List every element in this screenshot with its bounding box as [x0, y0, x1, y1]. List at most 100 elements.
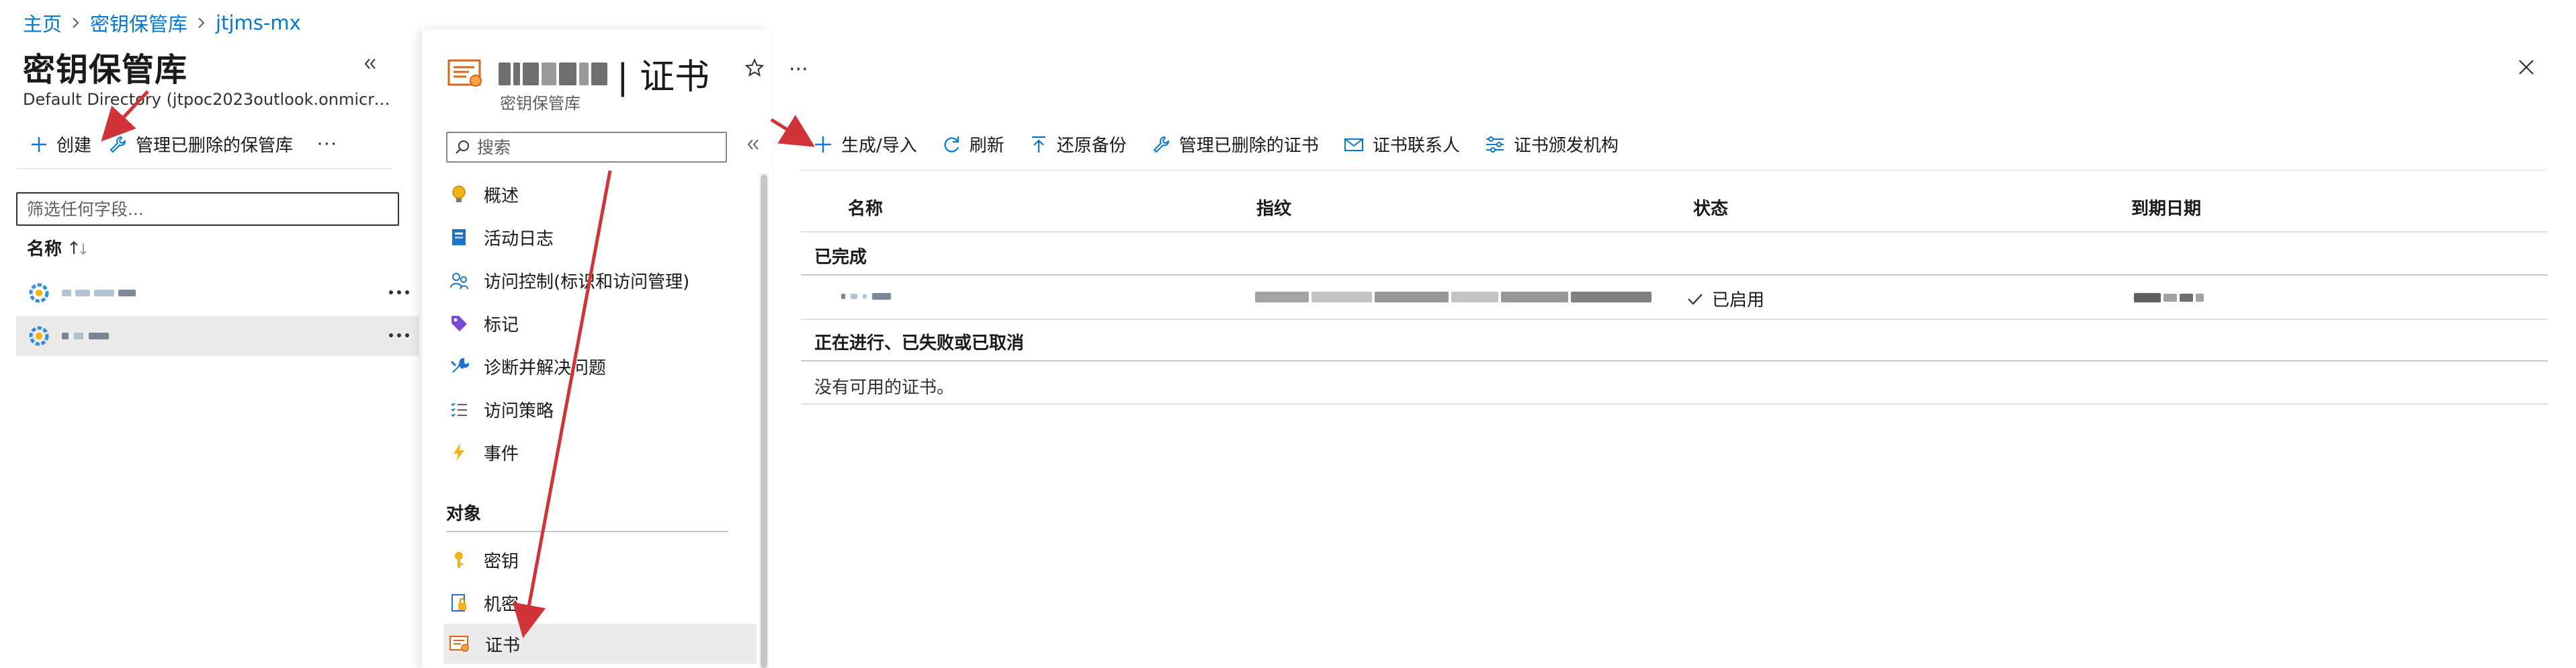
column-header-thumbprint[interactable]: 指纹 [1256, 195, 1291, 220]
manage-deleted-certs-button[interactable]: 管理已删除的证书 [1151, 132, 1319, 157]
thumbprint-redacted [1255, 292, 1651, 302]
nav-item-tags[interactable]: 标记 [443, 304, 757, 343]
nav-item-label: 诊断并解决问题 [484, 358, 607, 378]
nav-item-access-control[interactable]: 访问控制(标识和访问管理) [443, 261, 757, 300]
group-header-inprogress: 正在进行、已失败或已取消 [814, 333, 1025, 353]
cert-contacts-button[interactable]: 证书联系人 [1343, 132, 1460, 157]
mail-icon [1344, 138, 1363, 151]
nav-item-label: 证书 [485, 635, 521, 656]
nav-item-label: 访问策略 [484, 401, 554, 421]
vault-list-toolbar: 创建 管理已删除的保管库 ··· [30, 132, 338, 157]
nav-item-secrets[interactable]: 机密 [443, 583, 757, 622]
empty-state-message: 没有可用的证书。 [814, 378, 955, 398]
breadcrumb-keyvaults-link[interactable]: 密钥保管库 [90, 9, 187, 37]
generate-import-button[interactable]: 生成/导入 [813, 132, 917, 157]
table-divider [801, 403, 2548, 405]
nav-item-keys[interactable]: 密钥 [443, 540, 757, 579]
nav-item-activity-log[interactable]: 活动日志 [443, 218, 757, 257]
nav-item-label: 标记 [484, 315, 519, 335]
nav-section-objects: 对象 [446, 504, 482, 524]
nav-item-label: 概述 [484, 185, 519, 206]
name-column-label: 名称 [27, 239, 62, 259]
upload-icon [1031, 136, 1045, 153]
refresh-button[interactable]: 刷新 [941, 132, 1004, 157]
nav-item-events[interactable]: 事件 [443, 433, 757, 472]
close-button[interactable] [2517, 58, 2536, 77]
nav-item-access-policies[interactable]: 访问策略 [443, 390, 757, 429]
more-actions-button[interactable]: ··· [789, 58, 808, 81]
column-header-expiry[interactable]: 到期日期 [2131, 195, 2201, 220]
key-vault-icon [29, 283, 49, 303]
toolbar-divider [800, 169, 2546, 171]
table-row[interactable] [801, 277, 2548, 319]
manage-deleted-vaults-label: 管理已删除的保管库 [136, 136, 294, 156]
manage-deleted-vaults-button[interactable]: 管理已删除的保管库 [108, 132, 293, 157]
group-header-completed: 已完成 [814, 247, 867, 267]
plus-icon [815, 136, 831, 153]
secret-icon [452, 594, 466, 612]
breadcrumb-vault-link[interactable]: jtjms-mx [216, 11, 301, 34]
cert-authorities-button[interactable]: 证书颁发机构 [1484, 132, 1619, 157]
checkmark-icon [1688, 293, 1703, 305]
search-icon [456, 140, 469, 154]
column-header-name[interactable]: 名称 [848, 195, 883, 220]
plus-icon [32, 136, 46, 152]
certificates-toolbar: 生成/导入 刷新 还原备份 管理已删除的证书 证书联系人 证书颁发机构 [813, 132, 1619, 157]
column-header-status[interactable]: 状态 [1693, 195, 1728, 220]
vault-name-redacted [62, 333, 109, 339]
certificate-icon [449, 636, 469, 652]
nav-item-certificates[interactable]: 证书 [443, 624, 757, 664]
section-divider [446, 531, 728, 532]
key-vault-icon [29, 326, 49, 346]
row-more-button[interactable] [387, 325, 411, 345]
favorite-button[interactable] [744, 58, 765, 78]
settings-sliders-icon [1486, 136, 1504, 153]
table-divider [801, 231, 2548, 233]
more-actions-button[interactable]: ··· [317, 134, 338, 155]
list-item[interactable] [16, 273, 419, 313]
collapse-menu-button[interactable] [746, 137, 761, 152]
row-more-button[interactable] [387, 282, 411, 302]
certificate-icon [447, 58, 485, 90]
nav-item-diagnose[interactable]: 诊断并解决问题 [443, 347, 757, 386]
list-item-selected[interactable] [16, 316, 419, 356]
close-icon [2519, 60, 2534, 75]
filter-input[interactable] [16, 192, 399, 226]
status-cell: 已启用 [1686, 286, 1764, 311]
page-title: 密钥保管库 [23, 51, 188, 89]
resource-name-redacted [499, 62, 607, 85]
people-icon [450, 273, 468, 290]
menu-search-box[interactable] [446, 132, 727, 163]
nav-item-label: 事件 [484, 444, 519, 464]
lightbulb-icon [452, 185, 466, 202]
chevron-right-icon [197, 16, 206, 30]
directory-subtitle: Default Directory (jtpoc2023outlook.onmi… [23, 90, 391, 109]
wrench-icon [450, 358, 469, 373]
cert-contacts-label: 证书联系人 [1372, 136, 1460, 156]
create-label: 创建 [56, 136, 92, 156]
double-chevron-left-icon [364, 58, 376, 69]
key-icon [455, 552, 463, 568]
breadcrumb: 主页 密钥保管库 jtjms-mx [23, 9, 301, 36]
list-icon [451, 403, 467, 417]
wrench-icon [110, 136, 126, 153]
breadcrumb-home-link[interactable]: 主页 [23, 9, 62, 37]
restore-backup-button[interactable]: 还原备份 [1029, 132, 1127, 157]
name-column-header[interactable]: 名称 [27, 235, 89, 260]
menu-search-input[interactable] [477, 137, 705, 157]
star-icon [744, 58, 765, 77]
vault-name-redacted [62, 290, 136, 296]
table-divider [801, 360, 2548, 362]
resource-type-subtitle: 密钥保管库 [500, 94, 581, 113]
tag-icon [452, 316, 467, 331]
expiry-date-redacted [2134, 293, 2204, 302]
chevron-right-icon [71, 16, 81, 30]
collapse-panel-button[interactable] [363, 56, 378, 71]
create-button[interactable]: 创建 [30, 132, 91, 157]
blade-title: | 证书 [617, 57, 710, 97]
menu-scrollbar-thumb[interactable] [761, 175, 767, 668]
nav-item-label: 密钥 [484, 551, 519, 572]
nav-item-overview[interactable]: 概述 [443, 175, 757, 214]
lightning-icon [454, 444, 464, 461]
table-divider [801, 319, 2548, 320]
